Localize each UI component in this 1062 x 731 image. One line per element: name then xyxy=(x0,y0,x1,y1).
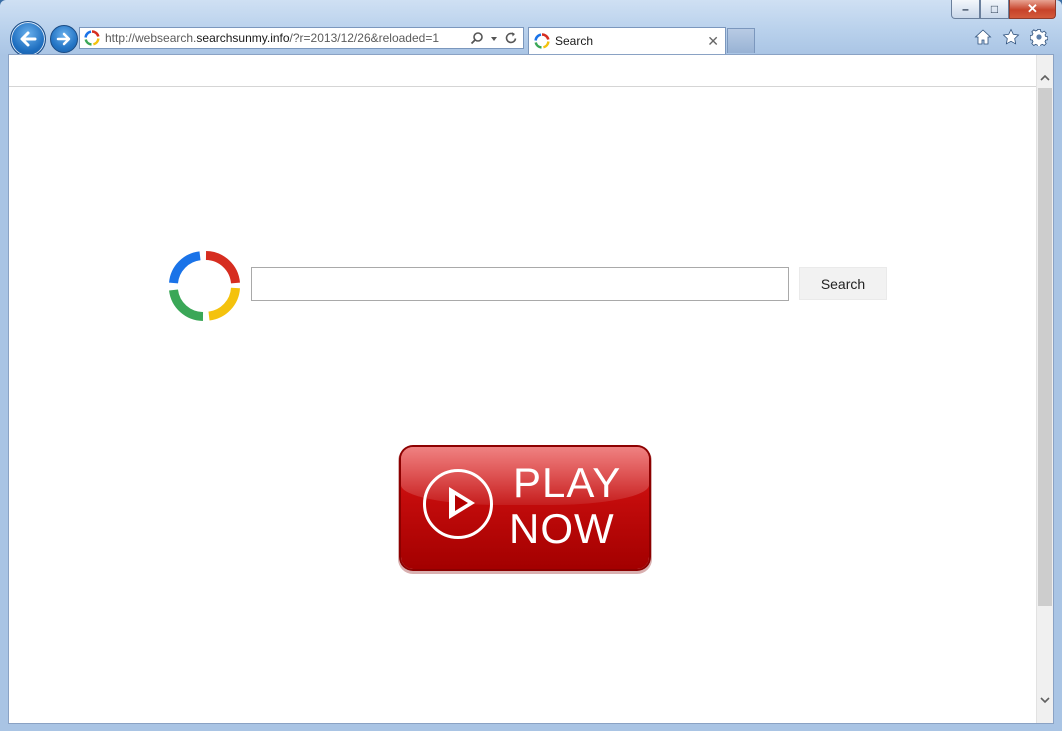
vertical-scrollbar[interactable] xyxy=(1036,55,1053,723)
url-domain: searchsunmy.info xyxy=(196,31,290,45)
page-viewport: Search PLAY NOW xyxy=(8,54,1054,724)
forward-button[interactable] xyxy=(50,25,78,53)
tab-title: Search xyxy=(555,34,594,48)
new-tab-button[interactable] xyxy=(727,28,755,53)
close-window-button[interactable]: ✕ xyxy=(1009,0,1056,19)
back-arrow-icon xyxy=(20,31,37,47)
url-path: /?r=2013/12/26&reloaded=1 xyxy=(289,31,440,45)
command-bar xyxy=(9,55,1039,87)
refresh-icon[interactable] xyxy=(504,31,518,45)
chevron-up-icon xyxy=(1040,74,1050,81)
search-icon[interactable] xyxy=(470,31,484,45)
minimize-button[interactable]: – xyxy=(951,0,980,19)
address-bar[interactable]: http://websearch.searchsunmy.info/?r=201… xyxy=(79,27,524,49)
play-text: PLAY xyxy=(513,459,622,506)
back-button[interactable] xyxy=(10,21,46,57)
play-triangle-inner xyxy=(455,495,468,511)
scrollbar-thumb[interactable] xyxy=(1038,88,1052,606)
dropdown-arrow-icon[interactable] xyxy=(490,31,498,45)
maximize-button[interactable]: □ xyxy=(980,0,1009,19)
home-icon[interactable] xyxy=(974,28,992,46)
gear-icon[interactable] xyxy=(1030,28,1048,46)
now-text: NOW xyxy=(509,505,615,552)
url-prefix: http://websearch. xyxy=(105,31,197,45)
site-favicon-icon xyxy=(84,30,100,46)
window-controls: – □ ✕ xyxy=(951,0,1056,20)
tab-close-icon[interactable]: ✕ xyxy=(707,33,719,50)
favorites-star-icon[interactable] xyxy=(1002,28,1020,46)
site-logo-icon xyxy=(169,251,240,321)
play-now-button[interactable]: PLAY NOW xyxy=(401,447,649,569)
forward-arrow-icon xyxy=(56,32,71,46)
chevron-down-icon xyxy=(1040,697,1050,704)
tab-search[interactable]: Search ✕ xyxy=(528,27,726,54)
url-text[interactable]: http://websearch.searchsunmy.info/?r=201… xyxy=(105,31,470,45)
search-button[interactable]: Search xyxy=(799,267,887,300)
browser-toolbar xyxy=(974,28,1048,46)
scroll-down-arrow[interactable] xyxy=(1037,691,1053,709)
address-bar-icons xyxy=(470,31,518,45)
browser-window: – □ ✕ http://websearch.searchsunmy.info/… xyxy=(0,0,1062,731)
search-input[interactable] xyxy=(251,267,789,301)
scroll-up-arrow[interactable] xyxy=(1037,69,1053,87)
tab-favicon-icon xyxy=(534,33,550,49)
